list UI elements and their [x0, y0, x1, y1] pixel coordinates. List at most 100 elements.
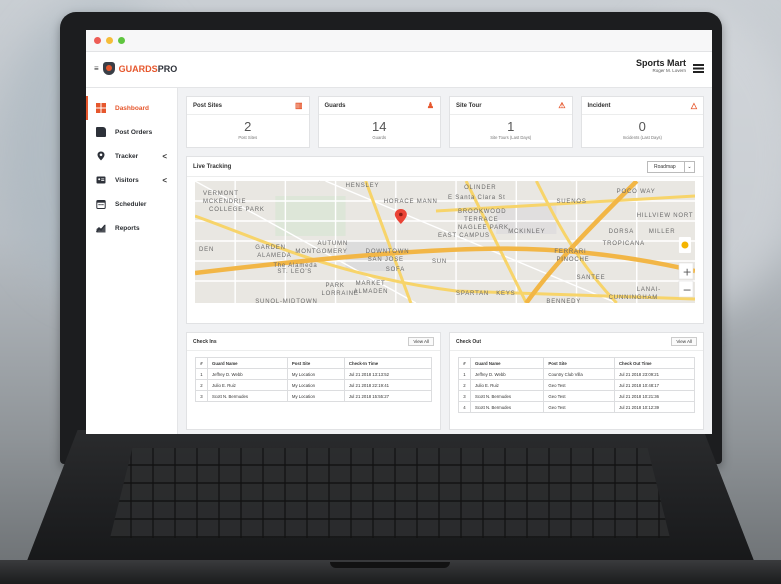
sidebar-item-post-orders[interactable]: Post Orders	[86, 120, 177, 144]
logo-text-red: GUARDS	[118, 63, 158, 74]
table-cell: 3	[458, 390, 471, 402]
sidebar-item-reports[interactable]: Reports	[86, 216, 177, 240]
minimize-dot-icon[interactable]	[106, 37, 113, 44]
map-label: BROOKWOOD	[458, 209, 506, 215]
calendar-icon	[96, 199, 106, 209]
location-marker-dot	[399, 212, 403, 217]
column-header: Post Site	[286, 357, 345, 369]
table-cell: Jul 21 2018 22:19:41	[343, 379, 433, 391]
table-cell: Scott N. Bermudes	[207, 390, 288, 402]
chevron-left-icon[interactable]: <	[162, 176, 167, 185]
view-all-button[interactable]: View All	[408, 337, 434, 346]
app: ≡ GUARDSPRO Sports Mart Roger M. Lovern …	[86, 52, 712, 434]
maximize-dot-icon[interactable]	[118, 37, 125, 44]
map[interactable]: VERMONT MCKENDRIE COLLEGE PARK HENSLEY HORAC…	[195, 181, 695, 303]
check-out-panel: Check Out View All # Guard Name Post Sit…	[449, 332, 704, 430]
chart-icon	[95, 223, 106, 233]
map-label: POCO WAY	[617, 189, 656, 195]
table-cell: Scott N. Bermudes	[469, 401, 545, 413]
map-pin-icon	[96, 151, 106, 161]
map-label: PARK	[326, 283, 345, 289]
table-row[interactable]: 4 Scott N. Bermudes Geo Test Jul 21 2018…	[458, 401, 696, 413]
chevron-down-icon[interactable]: ⌄	[684, 162, 694, 172]
table-row[interactable]: 3 Scott N. Bermudes Geo Test Jul 21 2018…	[458, 390, 696, 402]
card-title: Incident	[587, 102, 611, 109]
table-row[interactable]: 1 Jeffrey D. Webb Country Club Villa Jul…	[458, 368, 696, 380]
card-post-sites[interactable]: Post Sites ▥ 2 Post Sites	[186, 96, 310, 148]
map-label: VERMONT	[203, 191, 239, 197]
table-cell: Geo Test	[543, 390, 615, 402]
hamburger-menu-icon[interactable]	[693, 64, 704, 73]
logo[interactable]: ≡ GUARDSPRO	[94, 62, 177, 75]
card-title: Post Sites	[193, 102, 223, 109]
map-label: MCKENDRIE	[203, 199, 246, 205]
column-header: Check-In Time	[343, 357, 433, 369]
map-label: MONTGOMERY	[295, 249, 347, 255]
table-cell: Jul 21 2018 13:13:52	[343, 368, 433, 380]
table-cell: 3	[195, 390, 208, 402]
map-label: PINOCHE	[556, 257, 589, 263]
map-label: DEN	[199, 247, 214, 253]
plus-icon: +	[682, 266, 691, 279]
table-cell: My Location	[286, 368, 345, 380]
map-label: DOWNTOWN	[366, 249, 410, 255]
map-label: SUENOS	[556, 199, 586, 205]
table-cell: 2	[195, 379, 208, 391]
table-cell: Jul 21 2018 10:21:36	[613, 390, 696, 402]
table-cell: Jul 21 2018 10:48:17	[613, 379, 696, 391]
live-tracking-panel: Live Tracking Roadmap ⌄ VERMONT MCKENDRI…	[186, 156, 704, 324]
sidebar: Dashboard Post Orders Tracker < Visitors…	[86, 88, 178, 434]
card-value: 2	[244, 119, 252, 134]
map-label: SAN JOSE	[368, 257, 404, 263]
table-row[interactable]: 1 Jeffrey D. Webb My Location Jul 21 201…	[195, 368, 433, 380]
table-cell: Geo Test	[543, 401, 615, 413]
table-cell: Geo Test	[543, 379, 615, 391]
column-header: #	[458, 357, 471, 369]
table-cell: Country Club Villa	[543, 368, 615, 380]
user-name: Roger M. Lovern	[652, 68, 686, 73]
top-bar: ≡ GUARDSPRO Sports Mart Roger M. Lovern	[86, 52, 712, 88]
check-tables: Check Ins View All # Guard Name Post Sit…	[186, 332, 704, 430]
view-all-button[interactable]: View All	[671, 337, 697, 346]
map-label: FERRARI	[554, 249, 586, 255]
map-label: CUNNINGHAM	[609, 295, 658, 301]
check-out-table: # Guard Name Post Site Check Out Time 1 …	[458, 357, 696, 413]
map-label: MARKET	[356, 281, 386, 287]
map-label: SOFA	[386, 267, 405, 273]
sidebar-item-scheduler[interactable]: Scheduler	[86, 192, 177, 216]
logo-text-dark: PRO	[157, 63, 178, 74]
org-name: Sports Mart	[635, 58, 686, 68]
laptop-screen: ≡ GUARDSPRO Sports Mart Roger M. Lovern …	[86, 30, 712, 434]
column-header: Check Out Time	[613, 357, 696, 369]
card-subtitle: Guards	[372, 135, 387, 140]
card-incident[interactable]: Incident △ 0 Incidents (Last Days)	[580, 96, 704, 148]
close-dot-icon[interactable]	[94, 37, 101, 44]
column-header: Post Site	[543, 357, 615, 369]
sidebar-item-label: Scheduler	[115, 200, 147, 208]
map-label: ALMADEN	[354, 289, 389, 295]
card-site-tour[interactable]: Site Tour ⚠ 1 Site Tours (Last Days)	[449, 96, 573, 148]
menu-icon[interactable]: ≡	[94, 64, 99, 73]
sidebar-item-tracker[interactable]: Tracker <	[86, 144, 177, 168]
sidebar-item-dashboard[interactable]: Dashboard	[86, 96, 177, 120]
map-type-select[interactable]: Roadmap ⌄	[647, 161, 695, 173]
map-label: COLLEGE PARK	[209, 207, 265, 213]
table-row[interactable]: 2 Julio E. Ruiz Geo Test Jul 21 2018 10:…	[458, 379, 696, 391]
column-header: #	[195, 357, 208, 369]
map-label: GARDEN	[255, 245, 286, 251]
table-cell: 2	[458, 379, 471, 391]
table-cell: Jul 21 2018 15:55:27	[343, 390, 433, 402]
map-label: BENNEDY	[546, 299, 581, 303]
sidebar-item-label: Dashboard	[115, 104, 149, 112]
map-label: HORACE MANN	[384, 199, 438, 205]
sidebar-item-visitors[interactable]: Visitors <	[86, 168, 177, 192]
table-row[interactable]: 2 Julio E. Ruiz My Location Jul 21 2018 …	[195, 379, 433, 391]
card-title: Site Tour	[456, 102, 482, 109]
map-label: LANAI-	[637, 287, 661, 293]
map-canvas[interactable]: VERMONT MCKENDRIE COLLEGE PARK HENSLEY HORAC…	[195, 181, 695, 303]
map-label: SUNOL-MIDTOWN	[255, 299, 317, 303]
org-info[interactable]: Sports Mart Roger M. Lovern	[636, 58, 686, 73]
card-guards[interactable]: Guards ♟ 14 Guards	[317, 96, 441, 148]
chevron-left-icon[interactable]: <	[162, 152, 167, 161]
table-row[interactable]: 3 Scott N. Bermudes My Location Jul 21 2…	[195, 390, 433, 402]
